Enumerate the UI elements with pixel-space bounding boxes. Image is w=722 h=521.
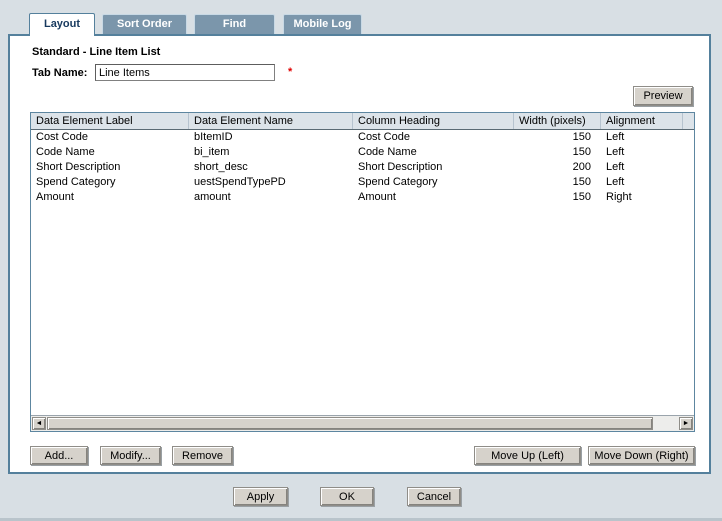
cell-alignment: Left <box>601 145 683 160</box>
cell-alignment: Left <box>601 130 683 145</box>
table-row[interactable]: Code Name bi_item Code Name 150 Left <box>31 145 694 160</box>
cell-alignment: Left <box>601 160 683 175</box>
layout-tab-panel: Standard - Line Item List Tab Name: * Pr… <box>8 34 711 474</box>
table-row[interactable]: Short Description short_desc Short Descr… <box>31 160 694 175</box>
cell-width-pixels: 150 <box>514 130 601 145</box>
column-header-spacer <box>683 113 694 129</box>
table-header-row: Data Element Label Data Element Name Col… <box>31 113 694 130</box>
cell-width-pixels: 150 <box>514 145 601 160</box>
preview-button[interactable]: Preview <box>633 86 693 106</box>
cell-width-pixels: 150 <box>514 190 601 205</box>
cell-column-heading: Spend Category <box>353 175 514 190</box>
cell-column-heading: Code Name <box>353 145 514 160</box>
column-header-column-heading: Column Heading <box>353 113 514 129</box>
cell-width-pixels: 200 <box>514 160 601 175</box>
cell-data-element-label: Amount <box>31 190 189 205</box>
page-title: Standard - Line Item List <box>32 46 160 58</box>
move-down-button[interactable]: Move Down (Right) <box>588 446 695 465</box>
cell-data-element-label: Code Name <box>31 145 189 160</box>
cell-data-element-label: Cost Code <box>31 130 189 145</box>
table-row[interactable]: Cost Code bItemID Cost Code 150 Left <box>31 130 694 145</box>
layout-columns-table: Data Element Label Data Element Name Col… <box>30 112 695 432</box>
scroll-left-arrow-icon[interactable]: ◄ <box>32 417 46 430</box>
horizontal-scrollbar[interactable]: ◄ ► <box>31 415 694 431</box>
tab-sort-order[interactable]: Sort Order <box>102 14 187 34</box>
cell-alignment: Left <box>601 175 683 190</box>
cell-data-element-label: Spend Category <box>31 175 189 190</box>
cell-column-heading: Short Description <box>353 160 514 175</box>
cell-data-element-label: Short Description <box>31 160 189 175</box>
tab-name-label: Tab Name: <box>32 67 87 79</box>
tab-name-required-asterisk: * <box>288 66 292 78</box>
cell-data-element-name: bi_item <box>189 145 353 160</box>
tab-layout[interactable]: Layout <box>29 13 95 36</box>
scroll-right-arrow-icon[interactable]: ► <box>679 417 693 430</box>
cancel-button[interactable]: Cancel <box>407 487 461 506</box>
cell-column-heading: Cost Code <box>353 130 514 145</box>
scrollbar-thumb[interactable] <box>47 417 653 430</box>
cell-alignment: Right <box>601 190 683 205</box>
column-header-data-element-label: Data Element Label <box>31 113 189 129</box>
cell-data-element-name: short_desc <box>189 160 353 175</box>
table-row[interactable]: Spend Category uestSpendTypePD Spend Cat… <box>31 175 694 190</box>
cell-column-heading: Amount <box>353 190 514 205</box>
table-row[interactable]: Amount amount Amount 150 Right <box>31 190 694 205</box>
cell-data-element-name: uestSpendTypePD <box>189 175 353 190</box>
column-header-alignment: Alignment <box>601 113 683 129</box>
move-up-button[interactable]: Move Up (Left) <box>474 446 581 465</box>
remove-button[interactable]: Remove <box>172 446 233 465</box>
column-header-width-pixels: Width (pixels) <box>514 113 601 129</box>
tab-name-input[interactable] <box>95 64 275 81</box>
column-header-data-element-name: Data Element Name <box>189 113 353 129</box>
add-button[interactable]: Add... <box>30 446 88 465</box>
ok-button[interactable]: OK <box>320 487 374 506</box>
tab-find[interactable]: Find <box>194 14 275 34</box>
tab-mobile-log[interactable]: Mobile Log <box>283 14 362 34</box>
apply-button[interactable]: Apply <box>233 487 288 506</box>
cell-data-element-name: bItemID <box>189 130 353 145</box>
modify-button[interactable]: Modify... <box>100 446 161 465</box>
cell-data-element-name: amount <box>189 190 353 205</box>
cell-width-pixels: 150 <box>514 175 601 190</box>
